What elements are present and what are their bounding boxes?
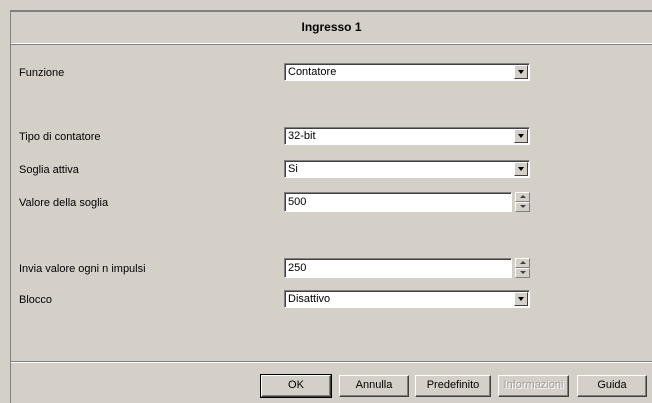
tipo-contatore-label: Tipo di contatore: [19, 131, 101, 143]
guida-button[interactable]: Guida: [577, 375, 647, 397]
chevron-down-icon[interactable]: [514, 292, 528, 306]
blocco-dropdown[interactable]: Disattivo: [284, 290, 530, 308]
funzione-value: Contatore: [288, 66, 337, 78]
dialog-header: Ingresso 1: [11, 11, 652, 44]
invia-valore-spinner[interactable]: 250: [284, 258, 530, 278]
funzione-dropdown[interactable]: Contatore: [284, 63, 530, 81]
invia-valore-value: 250: [288, 262, 307, 274]
settings-dialog: Ingresso 1 Funzione Contatore Tipo di co…: [10, 10, 652, 403]
predefinito-button[interactable]: Predefinito: [415, 375, 491, 397]
soglia-attiva-dropdown[interactable]: Si: [284, 160, 530, 178]
blocco-label: Blocco: [19, 294, 53, 306]
header-divider: [11, 44, 652, 45]
valore-soglia-input[interactable]: 500: [284, 192, 512, 212]
spin-up-icon[interactable]: [515, 258, 530, 268]
annulla-button[interactable]: Annulla: [339, 375, 409, 397]
valore-soglia-value: 500: [288, 196, 307, 208]
valore-soglia-spinner[interactable]: 500: [284, 192, 530, 212]
spin-down-icon[interactable]: [515, 268, 530, 278]
soglia-attiva-label: Soglia attiva: [19, 164, 79, 176]
spin-up-icon[interactable]: [515, 192, 530, 202]
invia-valore-label: Invia valore ogni n impulsi: [19, 263, 146, 275]
ok-button[interactable]: OK: [260, 374, 332, 398]
valore-soglia-label: Valore della soglia: [19, 197, 109, 209]
chevron-down-icon[interactable]: [514, 129, 528, 143]
footer-divider-highlight: [11, 362, 652, 363]
spin-down-icon[interactable]: [515, 202, 530, 212]
chevron-down-icon[interactable]: [514, 65, 528, 79]
funzione-label: Funzione: [19, 67, 65, 79]
tipo-contatore-dropdown[interactable]: 32-bit: [284, 127, 530, 145]
dialog-title: Ingresso 1: [301, 20, 362, 34]
informazioni-button[interactable]: Informazioni: [498, 375, 569, 397]
tipo-contatore-value: 32-bit: [288, 130, 316, 142]
invia-valore-input[interactable]: 250: [284, 258, 512, 278]
blocco-value: Disattivo: [288, 293, 331, 305]
soglia-attiva-value: Si: [288, 163, 298, 175]
chevron-down-icon[interactable]: [514, 162, 528, 176]
